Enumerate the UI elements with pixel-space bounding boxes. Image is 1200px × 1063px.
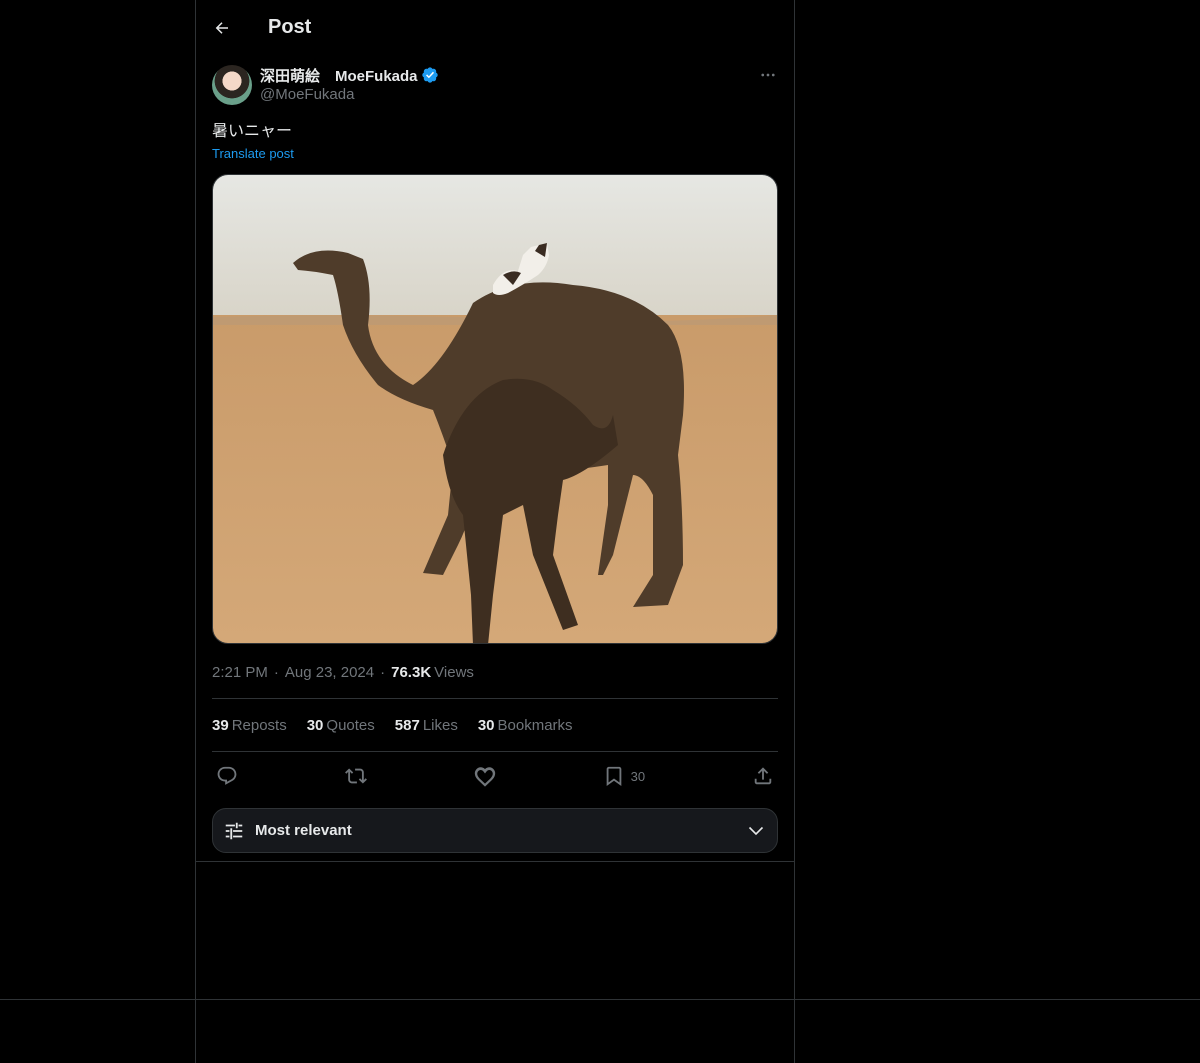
reply-button[interactable] <box>216 765 238 787</box>
bottom-divider <box>0 999 1200 1000</box>
likes-label: Likes <box>422 716 458 734</box>
share-icon <box>754 767 772 785</box>
sliders-icon <box>225 822 243 839</box>
author-handle[interactable]: @MoeFukada <box>260 85 439 105</box>
reposts-label: Reposts <box>231 716 287 734</box>
bookmarks-count: 30 <box>477 716 495 734</box>
post-time[interactable]: 2:21 PM <box>212 664 268 681</box>
replies-sort-dropdown[interactable]: Most relevant <box>212 808 778 853</box>
post-text: 暑いニャー <box>212 123 293 140</box>
repost-button[interactable] <box>344 765 367 787</box>
conversation-divider <box>196 861 794 862</box>
bookmarks-label: Bookmarks <box>497 716 573 734</box>
column-border-right <box>794 0 795 1063</box>
bookmark-button[interactable]: 30 <box>603 765 645 787</box>
post-actions: 30 <box>212 752 778 800</box>
reply-icon <box>217 766 237 785</box>
views-count: 76.3K <box>391 663 432 681</box>
like-button[interactable] <box>474 765 496 787</box>
repost-icon <box>344 768 367 784</box>
bookmarks-stat[interactable]: 30 Bookmarks <box>478 717 573 734</box>
share-button[interactable] <box>752 765 774 787</box>
page: Post 深田萌絵 MoeFukada @MoeFukada 暑いニャー Tra… <box>0 0 1200 1063</box>
views-label: Views <box>434 663 474 681</box>
meta-separator: · <box>273 663 279 681</box>
bookmark-icon <box>606 766 621 787</box>
post-image <box>213 175 777 643</box>
reposts-count: 39 <box>212 716 229 734</box>
page-header: Post <box>196 0 794 55</box>
quotes-stat[interactable]: 30 Quotes <box>307 717 375 734</box>
meta-separator-2: · <box>380 663 386 681</box>
arrow-left-icon <box>215 21 228 34</box>
likes-count: 587 <box>394 716 420 734</box>
bookmark-count: 30 <box>630 768 646 784</box>
translate-post-link[interactable]: Translate post <box>212 146 294 161</box>
display-name[interactable]: 深田萌絵 MoeFukada <box>260 65 418 86</box>
sort-label: Most relevant <box>255 822 352 839</box>
main-column: Post 深田萌絵 MoeFukada @MoeFukada 暑いニャー Tra… <box>196 0 794 853</box>
post-stats: 39 Reposts 30 Quotes 587 Likes 30 Bookmarks <box>212 699 778 751</box>
post: 深田萌絵 MoeFukada @MoeFukada 暑いニャー Translat… <box>196 65 794 853</box>
more-options-button[interactable] <box>758 65 778 85</box>
quotes-label: Quotes <box>326 716 375 734</box>
reposts-stat[interactable]: 39 Reposts <box>212 717 287 734</box>
post-meta: 2:21 PM · Aug 23, 2024 · 76.3K Views <box>212 662 778 682</box>
author-info: 深田萌絵 MoeFukada @MoeFukada <box>260 65 439 105</box>
quotes-count: 30 <box>306 716 324 734</box>
likes-stat[interactable]: 587 Likes <box>395 717 458 734</box>
more-icon <box>761 73 775 77</box>
name-line: 深田萌絵 MoeFukada <box>260 65 439 85</box>
chevron-down-icon <box>745 820 767 842</box>
verified-badge-icon[interactable] <box>421 66 439 84</box>
author-row: 深田萌絵 MoeFukada @MoeFukada <box>212 65 778 105</box>
avatar[interactable] <box>212 65 252 105</box>
post-date[interactable]: Aug 23, 2024 <box>285 664 374 681</box>
page-title: Post <box>268 16 312 38</box>
back-button[interactable] <box>212 18 232 38</box>
post-media[interactable] <box>212 174 778 644</box>
heart-icon <box>474 767 495 787</box>
